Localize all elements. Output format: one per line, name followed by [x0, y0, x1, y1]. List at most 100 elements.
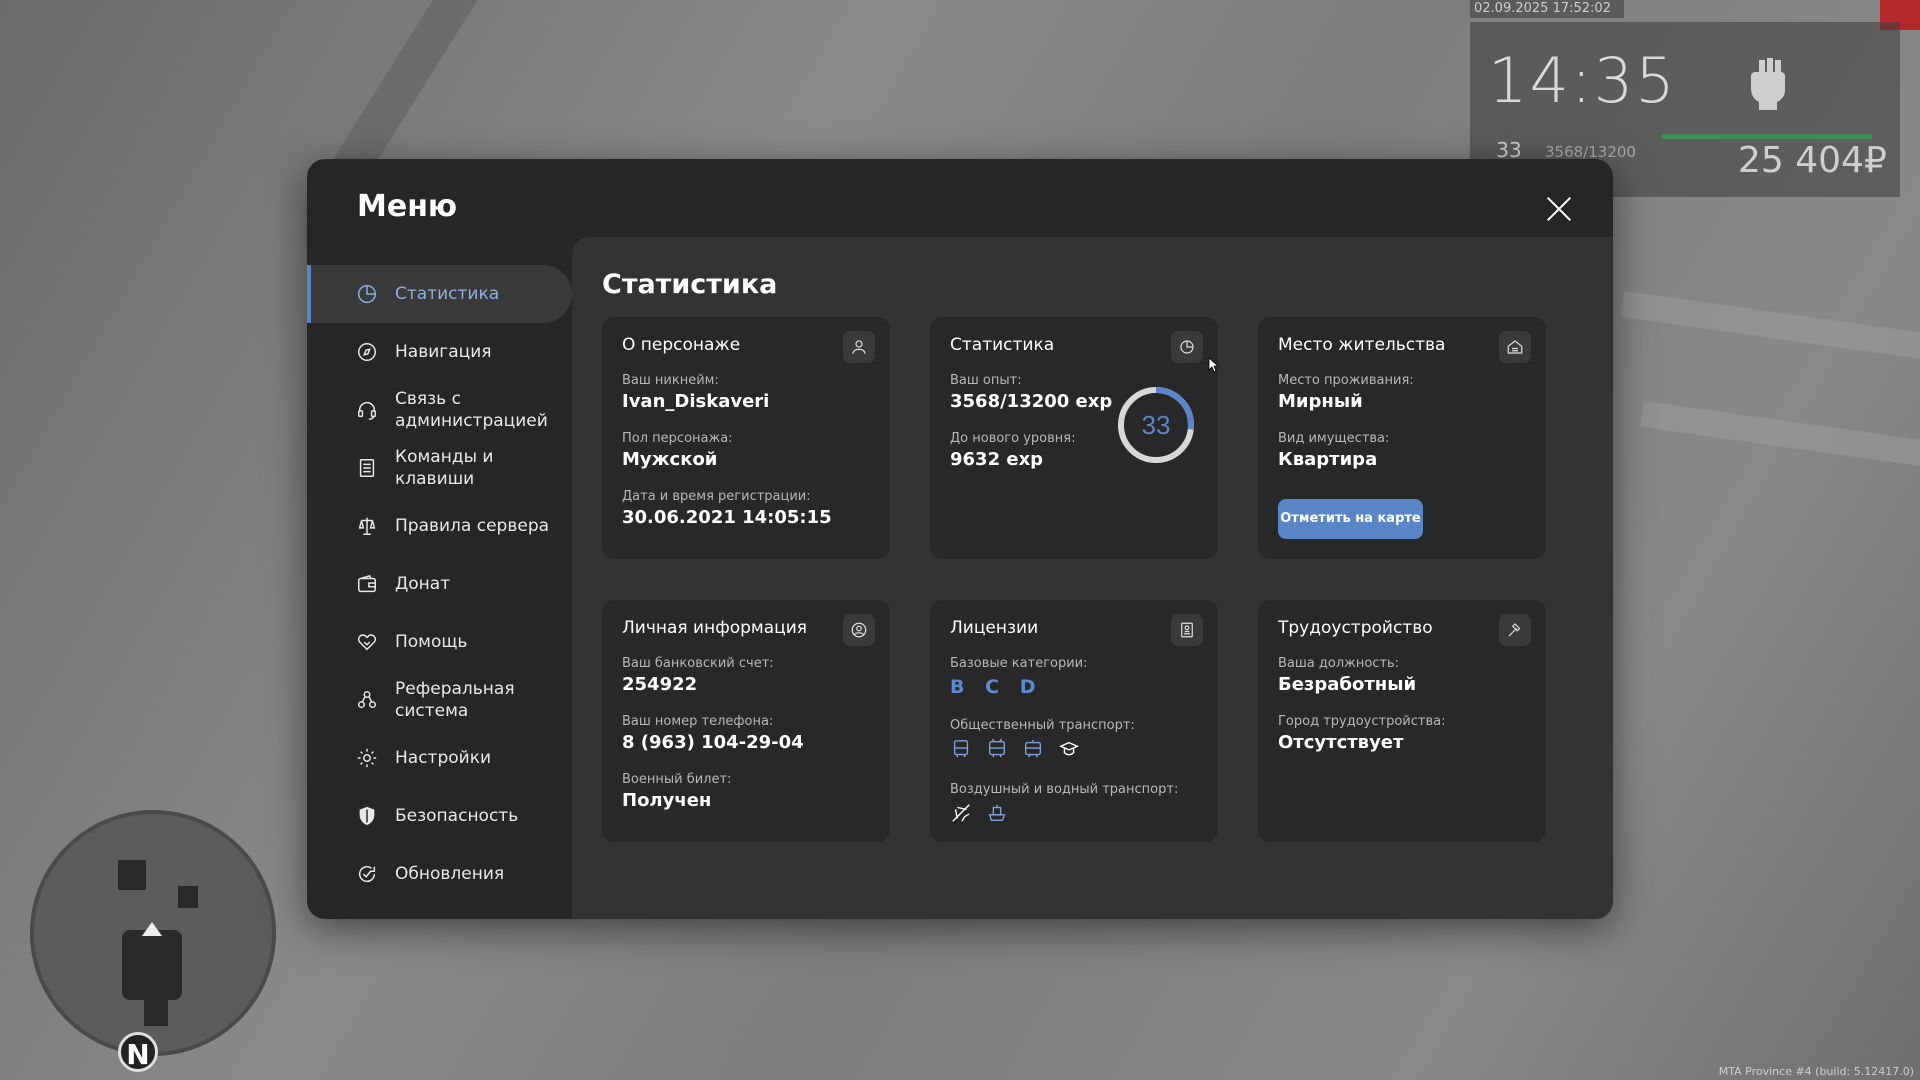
public-transport-icons — [950, 738, 1080, 760]
residence-place-label: Место проживания: — [1278, 373, 1414, 388]
map-building — [118, 860, 146, 890]
card-statistics: Статистика Ваш опыт: 3568/13200 exp До н… — [930, 317, 1218, 559]
next-level-value: 9632 exp — [950, 449, 1044, 470]
hud-clock: 14:35 — [1488, 44, 1677, 117]
mouse-cursor-icon — [1208, 357, 1220, 373]
wallet-icon — [355, 572, 379, 596]
phone-label: Ваш номер телефона: — [622, 714, 774, 729]
refresh-check-icon — [355, 862, 379, 886]
exp-value: 3568/13200 exp — [950, 391, 1113, 412]
sidebar-item-help[interactable]: Помощь — [307, 613, 572, 671]
pie-chart-icon — [355, 282, 379, 306]
military-value: Получен — [622, 790, 712, 811]
card-employment: Трудоустройство Ваша должность: Безработ… — [1258, 600, 1546, 842]
license-categories: B C D — [950, 676, 1047, 698]
road-marking — [1640, 400, 1920, 486]
id-card-icon — [1171, 614, 1203, 646]
shield-icon — [355, 804, 379, 828]
sidebar-item-label: Обновления — [395, 864, 505, 884]
sidebar-item-updates[interactable]: Обновления — [307, 845, 572, 903]
card-title: Статистика — [950, 335, 1055, 355]
gear-icon — [355, 746, 379, 770]
menu-window: Меню Статистика Навигация Связь с админи… — [307, 159, 1613, 919]
driver-cap-icon — [1059, 741, 1079, 756]
airplane-icon — [952, 804, 970, 822]
sidebar-item-label: Настройки — [395, 748, 492, 768]
exp-label: Ваш опыт: — [950, 373, 1022, 388]
sidebar-item-settings[interactable]: Настройки — [307, 729, 572, 787]
sidebar-item-statistics[interactable]: Статистика — [307, 265, 572, 323]
compass-icon — [355, 340, 379, 364]
map-building — [178, 886, 198, 908]
level-progress-ring: 33 — [1118, 387, 1194, 463]
fist-icon — [1745, 52, 1791, 112]
sidebar-item-label: Связь с администрацией — [395, 389, 548, 431]
level-value: 33 — [1142, 410, 1171, 440]
bank-label: Ваш банковский счет: — [622, 656, 774, 671]
nickname-value: Ivan_Diskaveri — [622, 391, 770, 412]
road-marking — [1620, 290, 1920, 376]
license-category: D — [1019, 676, 1038, 698]
military-label: Военный билет: — [622, 772, 732, 787]
public-transport-label: Общественный транспорт: — [950, 718, 1135, 733]
sidebar-item-donate[interactable]: Донат — [307, 555, 572, 613]
hammer-icon — [1499, 614, 1531, 646]
boat-icon — [988, 804, 1006, 822]
card-title: Личная информация — [622, 618, 808, 638]
mark-on-map-button[interactable]: Отметить на карте — [1278, 499, 1423, 539]
next-level-label: До нового уровня: — [950, 431, 1076, 446]
document-icon — [355, 456, 379, 480]
page-title: Статистика — [602, 269, 778, 300]
sidebar-item-navigation[interactable]: Навигация — [307, 323, 572, 381]
sidebar-item-label: Помощь — [395, 632, 468, 652]
card-character: О персонаже Ваш никнейм: Ivan_Diskaveri … — [602, 317, 890, 559]
basic-categories-label: Базовые категории: — [950, 656, 1088, 671]
card-licenses: Лицензии Базовые категории: B C D Общест… — [930, 600, 1218, 842]
license-category: C — [985, 676, 1002, 698]
sidebar-item-label: Команды и клавиши — [395, 447, 494, 489]
north-indicator: N — [118, 1032, 158, 1072]
card-residence: Место жительства Место проживания: Мирны… — [1258, 317, 1546, 559]
sidebar-item-label: Реферальная система — [395, 679, 515, 721]
gender-label: Пол персонажа: — [622, 431, 733, 446]
sidebar-item-referral[interactable]: Реферальная система — [307, 671, 572, 729]
property-type-value: Квартира — [1278, 449, 1378, 470]
sidebar-item-security[interactable]: Безопасность — [307, 787, 572, 845]
sidebar-item-commands[interactable]: Команды и клавиши — [307, 439, 572, 497]
minimap[interactable] — [30, 810, 276, 1056]
sidebar-item-label: Правила сервера — [395, 516, 550, 536]
card-title: Трудоустройство — [1278, 618, 1433, 638]
headset-icon — [355, 398, 379, 422]
card-personal-info: Личная информация Ваш банковский счет: 2… — [602, 600, 890, 842]
user-icon — [843, 331, 875, 363]
scales-icon — [355, 514, 379, 538]
pie-chart-icon — [1171, 331, 1203, 363]
gender-value: Мужской — [622, 449, 718, 470]
hud-datetime: 02.09.2025 17:52:02 — [1470, 0, 1624, 18]
map-building — [144, 1000, 168, 1026]
sidebar: Статистика Навигация Связь с администрац… — [307, 265, 572, 903]
people-network-icon — [355, 688, 379, 712]
content-area: Статистика О персонаже Ваш никнейм: Ivan… — [572, 237, 1613, 919]
sidebar-item-label: Навигация — [395, 342, 492, 362]
trolleybus-icon — [988, 738, 1006, 758]
hud-money: 25 404₽ — [1738, 140, 1887, 181]
nickname-label: Ваш никнейм: — [622, 373, 719, 388]
sidebar-item-rules[interactable]: Правила сервера — [307, 497, 572, 555]
position-value: Безработный — [1278, 674, 1417, 695]
sidebar-item-label: Донат — [395, 574, 451, 594]
property-type-label: Вид имущества: — [1278, 431, 1390, 446]
build-watermark: MTA Province #4 (build: 5.12417.0) — [1718, 1065, 1914, 1078]
residence-place-value: Мирный — [1278, 391, 1363, 412]
sidebar-item-admin-contact[interactable]: Связь с администрацией — [307, 381, 572, 439]
close-icon[interactable] — [1541, 191, 1577, 227]
sidebar-item-label: Статистика — [395, 284, 500, 304]
player-marker-icon — [142, 922, 162, 936]
card-title: О персонаже — [622, 335, 741, 355]
card-title: Лицензии — [950, 618, 1039, 638]
handshake-icon — [355, 630, 379, 654]
menu-title: Меню — [357, 189, 458, 224]
bank-value: 254922 — [622, 674, 698, 695]
license-category: B — [950, 676, 967, 698]
position-label: Ваша должность: — [1278, 656, 1400, 671]
